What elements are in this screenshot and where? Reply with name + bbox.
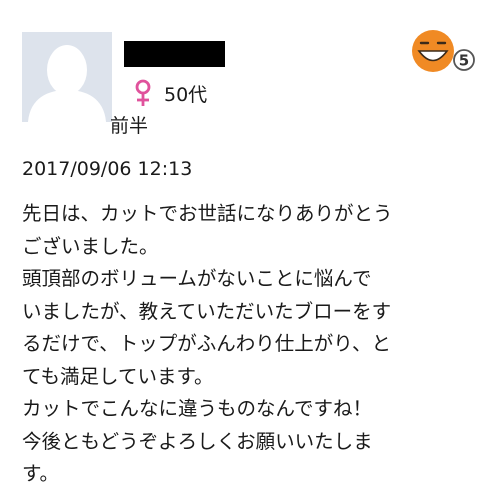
review-date: 2017/09/06 12:13	[22, 158, 193, 180]
reviewer-age-group: 50代	[164, 84, 208, 106]
review-line: 先日は、カットでお世話になりありがとう	[22, 202, 393, 225]
rating-badge: 5	[411, 26, 479, 78]
review-line: ございました。	[22, 234, 159, 258]
review-line: ても満足しています。	[22, 364, 214, 388]
review-body: 先日は、カットでお世話になりありがとう ございました。 頭頂部のボリュームがない…	[22, 198, 484, 491]
review-line: るだけで、トップがふんわり仕上がり、と	[22, 332, 391, 355]
female-icon	[135, 79, 151, 106]
reviewer-name-redacted	[124, 41, 225, 67]
reviewer-age-group-detail: 前半	[110, 115, 149, 137]
review-line: 今後ともどうぞよろしくお願いいたしま	[22, 429, 373, 453]
reviewer-avatar	[22, 32, 112, 122]
review-line: いましたが、教えていただいたブローをす	[22, 299, 392, 323]
review-line: す。	[22, 462, 60, 485]
default-user-avatar-icon	[22, 32, 112, 122]
review-line: カットでこんなに違うものなんですね！	[22, 397, 373, 420]
rating-score: 5	[459, 52, 469, 70]
review-line: 頭頂部のボリュームがないことに悩んで	[22, 267, 372, 290]
smiling-face-icon: 5	[412, 30, 475, 72]
review-card: 50代 前半 5 2017/09/06 12:13 先日は、カットでお世話になり…	[0, 0, 500, 500]
